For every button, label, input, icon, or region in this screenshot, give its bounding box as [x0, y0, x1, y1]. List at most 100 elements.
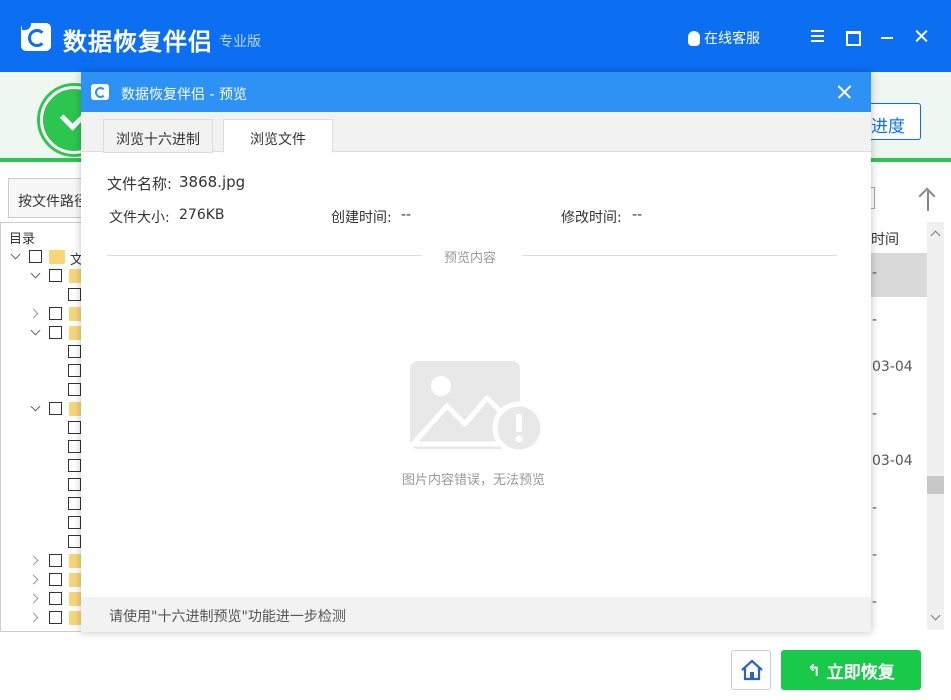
tree-row[interactable] [0, 419, 90, 438]
tree-checkbox[interactable] [49, 402, 62, 415]
vertical-scrollbar[interactable] [927, 222, 944, 630]
selected-row[interactable] [871, 253, 927, 297]
tree-checkbox[interactable] [49, 611, 62, 624]
tree-row[interactable] [0, 343, 90, 362]
up-arrow-icon[interactable] [913, 185, 943, 215]
return-arrow-icon: ↰ [807, 660, 821, 680]
tree-checkbox[interactable] [68, 535, 81, 548]
tree-row[interactable] [0, 495, 90, 514]
footer-note: 请使用"十六进制预览"功能进一步检测 [109, 609, 346, 625]
tree-checkbox[interactable] [68, 440, 81, 453]
tree-checkbox[interactable] [68, 497, 81, 510]
tree-checkbox[interactable] [29, 250, 42, 263]
created-time-value: -- [401, 207, 412, 223]
divider-right [522, 255, 837, 256]
home-button[interactable] [731, 650, 771, 690]
table-cell: - [872, 547, 878, 563]
dialog-tab-bar: 浏览十六进制 浏览文件 [81, 112, 871, 153]
tree-checkbox[interactable] [68, 516, 81, 529]
tree-row[interactable] [0, 514, 90, 533]
by-path-tab[interactable]: 按文件路径 [8, 178, 90, 218]
scrollbar-thumb[interactable] [927, 476, 944, 494]
tree-row[interactable]: 文 [0, 248, 90, 268]
preview-error-text: 图片内容错误，无法预览 [402, 473, 546, 488]
chevron-right-icon[interactable] [28, 574, 39, 585]
chevron-right-icon[interactable] [28, 308, 39, 319]
divider-left [107, 255, 422, 256]
menu-icon[interactable] [808, 26, 828, 46]
recover-now-button[interactable]: ↰ 立即恢复 [781, 650, 921, 690]
table-cell: - [872, 594, 878, 610]
modified-time-label: 修改时间: [561, 210, 622, 226]
tree-checkbox[interactable] [49, 592, 62, 605]
tab-file-view[interactable]: 浏览文件 [223, 119, 333, 153]
tree-row[interactable] [0, 533, 90, 552]
tree-header: 目录 [9, 232, 36, 247]
tree-checkbox[interactable] [68, 421, 81, 434]
tree-row[interactable] [0, 457, 90, 476]
chevron-right-icon[interactable] [28, 593, 39, 604]
folder-icon [49, 250, 65, 264]
tree-checkbox[interactable] [49, 573, 62, 586]
file-size-label: 文件大小: [109, 210, 170, 226]
column-header-time[interactable]: 时间 [871, 229, 899, 249]
created-time-label: 创建时间: [331, 210, 392, 226]
chevron-down-icon[interactable] [10, 249, 21, 260]
chevron-right-icon[interactable] [28, 612, 39, 623]
tree-row[interactable] [0, 571, 90, 590]
tree-row[interactable] [0, 476, 90, 495]
chevron-down-icon[interactable] [30, 401, 41, 412]
tab-hex-view[interactable]: 浏览十六进制 [103, 119, 213, 153]
table-cell: - [872, 265, 878, 281]
tree-checkbox[interactable] [68, 345, 81, 358]
file-size-value: 276KB [179, 207, 225, 223]
file-name-label: 文件名称: [107, 175, 173, 193]
tree-row[interactable] [0, 286, 90, 305]
chevron-right-icon[interactable] [28, 555, 39, 566]
tree-checkbox[interactable] [68, 288, 81, 301]
maximize-icon[interactable] [842, 26, 862, 46]
tree-row[interactable] [0, 438, 90, 457]
preview-dialog: 数据恢复伴侣 - 预览 浏览十六进制 浏览文件 文件名称: 3868.jpg 文… [81, 72, 871, 632]
table-cell: 03-04 [872, 453, 913, 469]
minimize-icon[interactable] [877, 26, 897, 46]
tree-row[interactable] [0, 590, 90, 609]
online-service-button[interactable]: 在线客服 [688, 28, 760, 48]
tree-checkbox[interactable] [49, 269, 62, 282]
qq-penguin-icon [688, 30, 700, 46]
tree-row[interactable] [0, 267, 90, 286]
file-name-value: 3868.jpg [179, 173, 246, 191]
tree-checkbox[interactable] [68, 383, 81, 396]
preview-section-label: 预览内容 [444, 251, 497, 266]
dialog-close-icon[interactable] [836, 84, 853, 101]
dialog-title-bar: 数据恢复伴侣 - 预览 [81, 72, 871, 112]
online-service-label: 在线客服 [704, 31, 760, 47]
table-cell: - [872, 500, 878, 516]
table-cell: - [872, 406, 878, 422]
tree-checkbox[interactable] [68, 478, 81, 491]
tree-row[interactable] [0, 609, 90, 628]
tree-checkbox[interactable] [49, 326, 62, 339]
tree-checkbox[interactable] [49, 554, 62, 567]
tree-row[interactable] [0, 362, 90, 381]
tree-row[interactable] [0, 324, 90, 343]
modified-time-value: -- [632, 207, 643, 223]
tree-row[interactable] [0, 305, 90, 324]
tree-row[interactable] [0, 381, 90, 400]
chevron-down-icon[interactable] [30, 325, 41, 336]
dialog-logo-icon [91, 84, 109, 100]
title-bar: 数据恢复伴侣 专业版 在线客服 [0, 0, 951, 72]
tree-row[interactable] [0, 552, 90, 571]
tree-row[interactable] [0, 400, 90, 419]
tree-checkbox[interactable] [49, 307, 62, 320]
app-logo-icon [21, 23, 51, 51]
app-edition-label: 专业版 [219, 34, 261, 50]
table-cell: - [872, 312, 878, 328]
chevron-down-icon[interactable] [30, 268, 41, 279]
tree-checkbox[interactable] [68, 364, 81, 377]
home-icon [741, 659, 763, 681]
dialog-footer: 请使用"十六进制预览"功能进一步检测 [81, 597, 871, 632]
close-icon[interactable] [912, 26, 932, 46]
tree-checkbox[interactable] [68, 459, 81, 472]
dialog-title: 数据恢复伴侣 - 预览 [121, 87, 247, 103]
